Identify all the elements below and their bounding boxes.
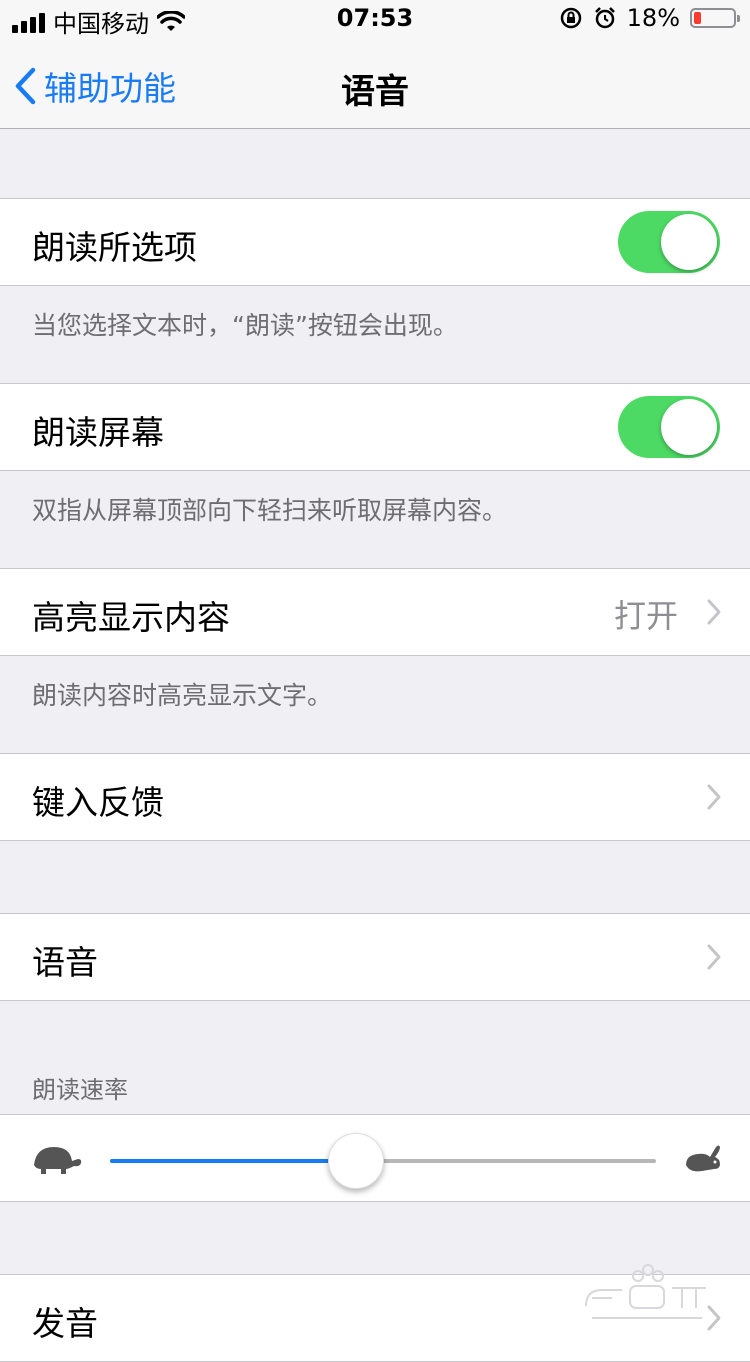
battery-level — [694, 12, 701, 24]
voices-row[interactable]: 语音 — [0, 913, 750, 1001]
highlight-content-row[interactable]: 高亮显示内容 打开 — [0, 568, 750, 656]
watermark-logo — [585, 1264, 706, 1319]
pronunciations-label: 发音 — [32, 1304, 98, 1343]
highlight-content-label: 高亮显示内容 — [32, 598, 230, 637]
speak-selection-switch[interactable] — [618, 211, 720, 273]
hare-icon — [686, 1145, 720, 1172]
slider-thumb[interactable] — [327, 1133, 384, 1189]
battery-percent: 18% — [626, 4, 680, 32]
speak-selection-label: 朗读所选项 — [32, 228, 197, 267]
chevron-right-icon — [707, 784, 721, 810]
voices-label: 语音 — [32, 943, 98, 982]
alarm-icon — [594, 7, 615, 29]
navigation-bar: 辅助功能 语音 — [0, 40, 750, 129]
speak-screen-footer: 双指从屏幕顶部向下轻扫来听取屏幕内容。 — [32, 496, 508, 525]
status-right: 18% — [559, 4, 740, 32]
typing-feedback-row[interactable]: 键入反馈 — [0, 753, 750, 841]
speak-screen-label: 朗读屏幕 — [32, 413, 164, 452]
chevron-right-icon — [707, 599, 721, 625]
tortoise-icon — [34, 1147, 82, 1174]
speak-screen-row: 朗读屏幕 — [0, 383, 750, 471]
speak-selection-footer: 当您选择文本时，“朗读”按钮会出现。 — [32, 311, 458, 340]
speak-screen-switch[interactable] — [618, 396, 720, 458]
switch-knob — [661, 399, 717, 455]
orientation-lock-icon — [560, 7, 581, 29]
speaking-rate-header: 朗读速率 — [32, 1076, 128, 1104]
chevron-right-icon — [707, 944, 721, 970]
typing-feedback-label: 键入反馈 — [32, 783, 164, 822]
battery-icon — [690, 8, 740, 28]
speak-selection-row: 朗读所选项 — [0, 198, 750, 286]
speaking-rate-slider[interactable] — [110, 1133, 656, 1189]
highlight-content-value: 打开 — [613, 597, 678, 635]
status-bar: 中国移动 07:53 18% — [0, 0, 750, 40]
highlight-content-footer: 朗读内容时高亮显示文字。 — [32, 681, 333, 710]
speaking-rate-row — [0, 1114, 750, 1202]
page-title: 语音 — [341, 72, 409, 112]
switch-knob — [661, 214, 717, 270]
slider-fill — [110, 1159, 356, 1163]
